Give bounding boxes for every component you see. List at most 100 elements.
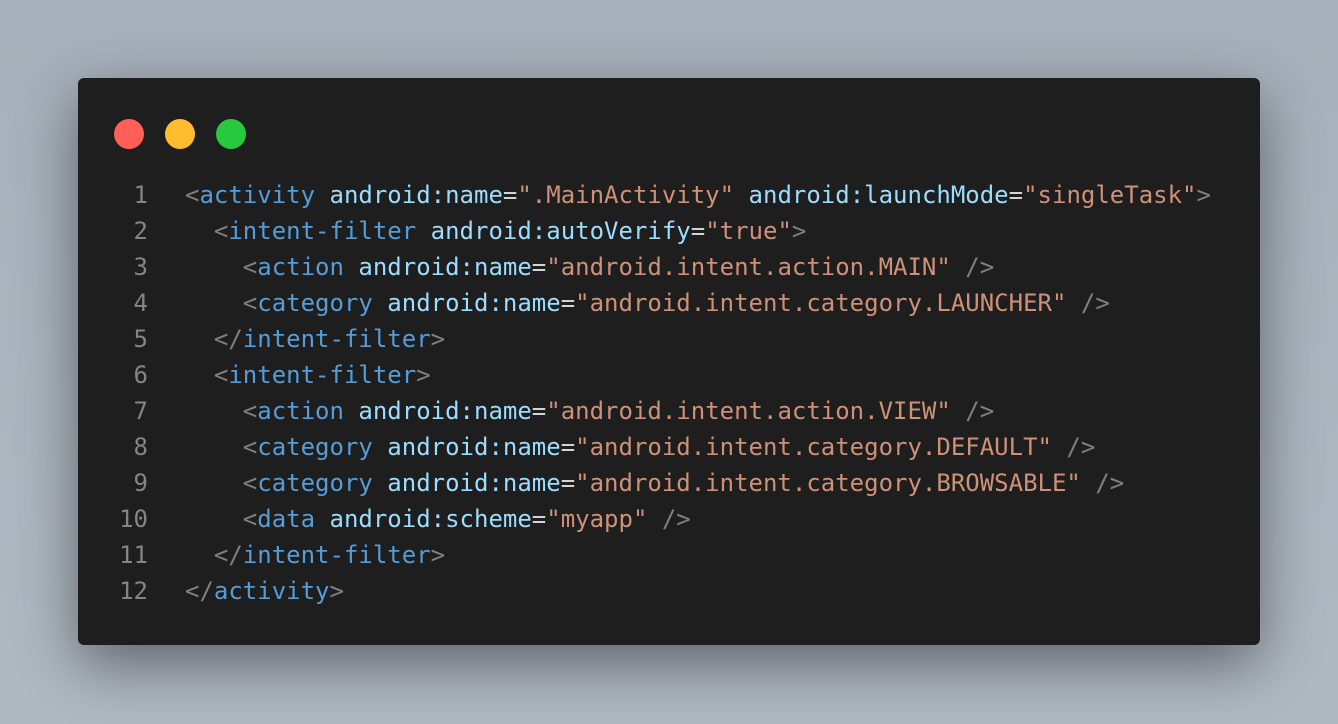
line-number: 7 [133, 397, 148, 425]
line-content: <intent-filter android:autoVerify="true"… [185, 213, 806, 249]
code-line: 5 </intent-filter> [78, 321, 1211, 357]
attribute-name: android:name [387, 469, 561, 497]
punctuation: > [791, 217, 807, 245]
equals-sign: = [560, 469, 576, 497]
code-line: 4 <category android:name="android.intent… [78, 285, 1211, 321]
line-number: 11 [119, 541, 148, 569]
punctuation: < [242, 469, 258, 497]
line-content: <category android:name="android.intent.c… [185, 285, 1110, 321]
close-button[interactable] [114, 119, 144, 149]
string-value: ".MainActivity" [517, 181, 735, 209]
window-controls [114, 119, 246, 149]
line-content: </activity> [185, 573, 344, 609]
punctuation: /> [1095, 469, 1125, 497]
punctuation: </ [185, 577, 214, 605]
string-value: "android.intent.category.BROWSABLE" [575, 469, 1081, 497]
line-number: 1 [133, 181, 148, 209]
tag-name: activity [199, 181, 316, 209]
equals-sign: = [502, 181, 518, 209]
code-line: 12 </activity> [78, 573, 1211, 609]
line-content: <category android:name="android.intent.c… [185, 429, 1096, 465]
tag-name: action [257, 397, 344, 425]
string-value: "android.intent.category.LAUNCHER" [575, 289, 1067, 317]
line-content: </intent-filter> [185, 537, 445, 573]
tag-name: activity [213, 577, 330, 605]
line-content: <category android:name="android.intent.c… [185, 465, 1124, 501]
attribute-name: android:autoVerify [430, 217, 691, 245]
string-value: "android.intent.action.MAIN" [546, 253, 951, 281]
tag-name: data [257, 505, 316, 533]
line-number: 9 [133, 469, 148, 497]
line-number: 5 [133, 325, 148, 353]
attribute-name: android:scheme [329, 505, 532, 533]
punctuation: > [329, 577, 344, 605]
punctuation: < [213, 361, 229, 389]
tag-name: category [257, 289, 373, 317]
attribute-name: android:launchMode [748, 181, 1009, 209]
punctuation: > [1196, 181, 1211, 209]
equals-sign: = [560, 433, 576, 461]
line-number: 4 [133, 289, 148, 317]
equals-sign: = [531, 253, 547, 281]
line-content: </intent-filter> [185, 321, 445, 357]
tag-name: intent-filter [242, 541, 431, 569]
line-number: 2 [133, 217, 148, 245]
code-line: 9 <category android:name="android.intent… [78, 465, 1211, 501]
minimize-button[interactable] [165, 119, 195, 149]
punctuation: </ [213, 325, 243, 353]
tag-name: action [257, 253, 344, 281]
attribute-name: android:name [329, 181, 503, 209]
punctuation: < [242, 289, 258, 317]
line-content: <activity android:name=".MainActivity" a… [185, 177, 1211, 213]
code-line: 3 <action android:name="android.intent.a… [78, 249, 1211, 285]
line-content: <action android:name="android.intent.act… [185, 393, 994, 429]
string-value: "myapp" [546, 505, 648, 533]
line-number: 8 [133, 433, 148, 461]
string-value: "android.intent.category.DEFAULT" [575, 433, 1052, 461]
punctuation: < [242, 433, 258, 461]
punctuation: < [242, 397, 258, 425]
code-line: 10 <data android:scheme="myapp" /> [78, 501, 1211, 537]
attribute-name: android:name [358, 253, 532, 281]
code-line: 8 <category android:name="android.intent… [78, 429, 1211, 465]
line-content: <action android:name="android.intent.act… [185, 249, 994, 285]
equals-sign: = [690, 217, 706, 245]
code-block: 1 <activity android:name=".MainActivity" … [78, 177, 1211, 609]
code-line: 7 <action android:name="android.intent.a… [78, 393, 1211, 429]
line-content: <data android:scheme="myapp" /> [185, 501, 691, 537]
code-line: 11 </intent-filter> [78, 537, 1211, 573]
punctuation: > [430, 541, 446, 569]
code-window: 1 <activity android:name=".MainActivity" … [78, 78, 1260, 645]
code-line: 6 <intent-filter> [78, 357, 1211, 393]
string-value: "android.intent.action.VIEW" [546, 397, 951, 425]
punctuation: < [213, 217, 229, 245]
punctuation: /> [661, 505, 691, 533]
line-number: 10 [119, 505, 148, 533]
line-number: 12 [119, 577, 148, 605]
punctuation: /> [1080, 289, 1110, 317]
tag-name: category [257, 469, 373, 497]
punctuation: > [430, 325, 446, 353]
tag-name: intent-filter [228, 217, 417, 245]
punctuation: </ [213, 541, 243, 569]
string-value: "true" [705, 217, 792, 245]
attribute-name: android:name [358, 397, 532, 425]
maximize-button[interactable] [216, 119, 246, 149]
